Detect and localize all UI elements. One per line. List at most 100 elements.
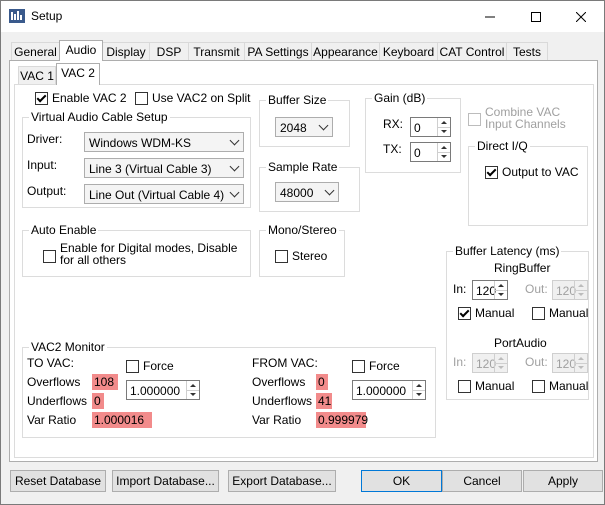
use-vac2-on-split-label: Use VAC2 on Split [152, 91, 251, 105]
to-vac-var-ratio-label: Var Ratio [27, 413, 77, 427]
up-arrow-icon[interactable] [437, 143, 450, 152]
rx-label: RX: [383, 117, 404, 131]
vac-setup-group: Virtual Audio Cable Setup Driver: Window… [22, 110, 251, 208]
from-vac-force-checkbox[interactable] [352, 360, 365, 373]
chevron-down-icon [324, 185, 335, 196]
cancel-button[interactable]: Cancel [442, 470, 522, 492]
up-arrow-icon[interactable] [494, 281, 507, 290]
vac2-monitor-group: VAC2 Monitor TO VAC: Force Overflows 108… [22, 340, 436, 438]
up-arrow-icon[interactable] [574, 354, 587, 363]
input-label: Input: [27, 158, 58, 172]
from-vac-underflows-label: Underflows [252, 394, 313, 408]
app-icon [9, 9, 25, 23]
input-value: Line 3 (Virtual Cable 3) [89, 162, 212, 176]
from-vac-ratio-stepper[interactable]: 1.000000 [352, 380, 426, 400]
input-select[interactable]: Line 3 (Virtual Cable 3) [84, 158, 244, 178]
vac2-page: Enable VAC 2 Use VAC2 on Split Virtual A… [14, 84, 594, 458]
import-database-button[interactable]: Import Database... [112, 470, 219, 492]
tab-appearance[interactable]: Appearance [311, 42, 380, 61]
minimize-button[interactable] [467, 1, 513, 32]
chevron-down-icon [229, 187, 240, 198]
to-vac-ratio-value: 1.000000 [130, 384, 181, 398]
down-arrow-icon[interactable] [494, 363, 507, 372]
tab-cat-control[interactable]: CAT Control [437, 42, 507, 61]
down-arrow-icon[interactable] [437, 127, 450, 136]
enable-vac2-checkbox[interactable] [35, 92, 48, 105]
tab-general[interactable]: General [11, 42, 60, 61]
close-button[interactable] [558, 1, 604, 32]
tab-tests[interactable]: Tests [506, 42, 548, 61]
to-vac-underflows-value: 0 [92, 393, 104, 409]
window-title: Setup [31, 9, 63, 23]
apply-button[interactable]: Apply [523, 470, 603, 492]
to-vac-overflows-value: 108 [92, 374, 118, 390]
ringbuffer-out-label: Out: [525, 282, 548, 296]
export-database-button[interactable]: Export Database... [228, 470, 336, 492]
portaudio-out-stepper[interactable]: 120 [552, 353, 588, 373]
rx-gain-value: 0 [414, 121, 421, 135]
output-to-vac-checkbox[interactable] [485, 166, 498, 179]
tx-gain-stepper[interactable]: 0 [410, 142, 451, 162]
to-vac-var-ratio-value: 1.000016 [92, 412, 152, 428]
maximize-button[interactable] [513, 1, 559, 32]
tab-pa-settings[interactable]: PA Settings [244, 42, 312, 61]
chevron-down-icon [229, 161, 240, 172]
from-vac-underflows-value: 41 [316, 393, 332, 409]
up-arrow-icon[interactable] [186, 381, 199, 390]
rx-gain-stepper[interactable]: 0 [410, 117, 451, 137]
gain-group: Gain (dB) RX: 0 TX: 0 [365, 91, 461, 173]
down-arrow-icon[interactable] [494, 290, 507, 299]
to-vac-ratio-stepper[interactable]: 1.000000 [126, 380, 200, 400]
down-arrow-icon[interactable] [437, 152, 450, 161]
direct-iq-legend: Direct I/Q [475, 139, 530, 153]
portaudio-in-stepper[interactable]: 120 [472, 353, 508, 373]
chevron-down-icon [318, 120, 329, 131]
subtab-vac2[interactable]: VAC 2 [56, 63, 100, 85]
buffer-size-select[interactable]: 2048 [275, 117, 333, 137]
buffer-size-legend: Buffer Size [266, 93, 329, 107]
audio-tab-panel: VAC 1 VAC 2 Enable VAC 2 Use VAC2 on Spl… [9, 60, 598, 462]
tab-display[interactable]: Display [102, 42, 150, 61]
ringbuffer-title: RingBuffer [494, 261, 551, 275]
tab-keyboard[interactable]: Keyboard [379, 42, 438, 61]
use-vac2-on-split-checkbox[interactable] [135, 92, 148, 105]
subtab-vac1[interactable]: VAC 1 [18, 66, 56, 85]
driver-select[interactable]: Windows WDM-KS [84, 132, 244, 152]
portaudio-in-manual-checkbox[interactable] [458, 380, 471, 393]
reset-database-button[interactable]: Reset Database [10, 470, 106, 492]
up-arrow-icon[interactable] [494, 354, 507, 363]
auto-enable-checkbox[interactable] [43, 250, 56, 263]
down-arrow-icon[interactable] [574, 290, 587, 299]
tab-dsp[interactable]: DSP [149, 42, 189, 61]
ringbuffer-in-manual-checkbox[interactable] [458, 307, 471, 320]
auto-enable-label: Enable for Digital modes, Disable for al… [60, 241, 238, 267]
sample-rate-select[interactable]: 48000 [275, 182, 339, 202]
tab-transmit[interactable]: Transmit [188, 42, 245, 61]
portaudio-in-manual-label: Manual [475, 379, 515, 393]
stereo-checkbox[interactable] [275, 250, 288, 263]
ringbuffer-out-manual-checkbox[interactable] [532, 307, 545, 320]
combine-vac-checkbox[interactable] [468, 113, 481, 126]
vac2-monitor-legend: VAC2 Monitor [29, 340, 107, 354]
ok-button[interactable]: OK [361, 470, 442, 492]
direct-iq-group: Direct I/Q Output to VAC [468, 139, 588, 226]
ringbuffer-in-label: In: [453, 282, 467, 296]
to-vac-force-checkbox[interactable] [126, 360, 139, 373]
output-select[interactable]: Line Out (Virtual Cable 4) [84, 184, 244, 204]
ringbuffer-in-manual-label: Manual [475, 306, 515, 320]
output-to-vac-label: Output to VAC [502, 165, 579, 179]
down-arrow-icon[interactable] [574, 363, 587, 372]
ringbuffer-out-stepper[interactable]: 120 [552, 280, 588, 300]
portaudio-out-manual-checkbox[interactable] [532, 380, 545, 393]
up-arrow-icon[interactable] [412, 381, 425, 390]
chevron-down-icon [229, 135, 240, 146]
to-vac-overflows-label: Overflows [27, 375, 81, 389]
tab-audio[interactable]: Audio [59, 40, 103, 61]
up-arrow-icon[interactable] [574, 281, 587, 290]
close-icon [576, 11, 586, 22]
output-label: Output: [27, 184, 67, 198]
ringbuffer-in-stepper[interactable]: 120 [472, 280, 508, 300]
down-arrow-icon[interactable] [412, 390, 425, 399]
up-arrow-icon[interactable] [437, 118, 450, 127]
down-arrow-icon[interactable] [186, 390, 199, 399]
